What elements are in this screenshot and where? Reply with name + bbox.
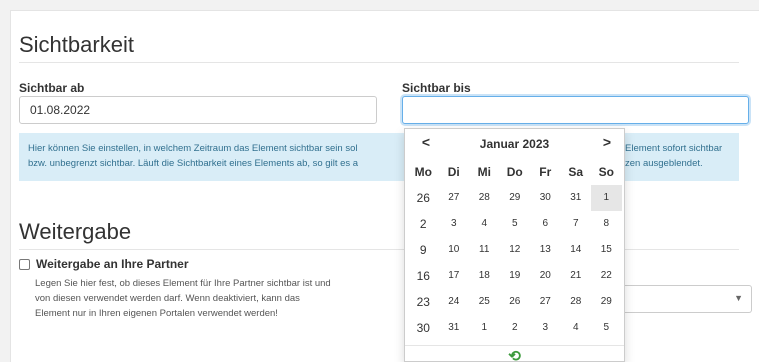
calendar-day[interactable]: 18: [469, 263, 500, 289]
calendar-day[interactable]: 29: [591, 289, 622, 315]
calendar-day[interactable]: 3: [530, 315, 561, 341]
weekday-header: Do: [506, 165, 523, 179]
calendar-week-row: 2 3 4 5 6 7 8: [408, 211, 622, 237]
calendar-day[interactable]: 6: [530, 211, 561, 237]
weekday-header: Mi: [477, 165, 491, 179]
sharing-section-title: Weitergabe: [19, 219, 132, 244]
calendar-day[interactable]: 17: [439, 263, 470, 289]
calendar-day[interactable]: 31: [561, 185, 592, 211]
calendar-day[interactable]: 10: [439, 237, 470, 263]
calendar-day[interactable]: 30: [530, 185, 561, 211]
date-picker-month-title[interactable]: Januar 2023: [445, 137, 584, 151]
visible-from-label: Sichtbar ab: [19, 81, 85, 95]
info-text-right-2: zen ausgeblendet.: [625, 158, 703, 169]
partner-sharing-option[interactable]: Weitergabe an Ihre Partner: [19, 257, 189, 271]
visible-from-input[interactable]: 01.08.2022: [19, 96, 377, 124]
partner-sharing-help: Legen Sie hier fest, ob dieses Element f…: [35, 276, 385, 321]
calendar-day[interactable]: 20: [530, 263, 561, 289]
calendar-day[interactable]: 14: [561, 237, 592, 263]
weekday-header: Di: [447, 165, 460, 179]
visibility-info-box: Hier können Sie einstellen, in welchem Z…: [19, 133, 739, 181]
calendar-week-row: 16 17 18 19 20 21 22: [408, 263, 622, 289]
info-text-right: Element sofort sichtbar zen ausgeblendet…: [625, 141, 722, 171]
chevron-right-icon[interactable]: >: [596, 134, 618, 150]
chevron-left-icon[interactable]: <: [415, 134, 437, 150]
calendar-day[interactable]: 28: [469, 185, 500, 211]
week-number: 9: [419, 243, 427, 257]
calendar-day[interactable]: 26: [500, 289, 531, 315]
help-line-2: von diesen verwendet werden darf. Wenn d…: [35, 293, 300, 304]
weekday-header: So: [598, 165, 614, 179]
calendar-week-row: 26 27 28 29 30 31 1: [408, 185, 622, 211]
visible-until-input[interactable]: [402, 96, 749, 124]
week-number: 2: [419, 217, 427, 231]
calendar-day[interactable]: 25: [469, 289, 500, 315]
calendar-day[interactable]: 5: [591, 315, 622, 341]
week-number: 30: [416, 321, 430, 335]
calendar-day[interactable]: 28: [561, 289, 592, 315]
week-number: 26: [416, 191, 430, 205]
calendar-week-row: 30 31 1 2 3 4 5: [408, 315, 622, 341]
calendar-week-row: 23 24 25 26 27 28 29: [408, 289, 622, 315]
calendar-day[interactable]: 24: [439, 289, 470, 315]
info-text-right-1: Element sofort sichtbar: [625, 143, 723, 154]
calendar-day[interactable]: 19: [500, 263, 531, 289]
date-picker: < Januar 2023 > Mo Di Mi Do Fr Sa So 26 …: [404, 128, 625, 362]
help-line-1: Legen Sie hier fest, ob dieses Element f…: [35, 278, 331, 289]
week-column-header: Mo: [414, 165, 432, 179]
calendar-day[interactable]: 27: [439, 185, 470, 211]
calendar-day-today[interactable]: 1: [591, 185, 622, 211]
date-picker-header: < Januar 2023 >: [405, 129, 624, 159]
help-line-3: Element nur in Ihren eigenen Portalen ve…: [35, 308, 278, 319]
section-divider: [19, 249, 739, 250]
partner-select[interactable]: ▼: [612, 285, 752, 313]
week-number: 16: [416, 269, 430, 283]
calendar-day[interactable]: 15: [591, 237, 622, 263]
calendar-day[interactable]: 11: [469, 237, 500, 263]
visibility-section-title: Sichtbarkeit: [19, 32, 134, 57]
visible-until-label: Sichtbar bis: [402, 81, 471, 95]
chevron-down-icon: ▼: [734, 293, 743, 303]
reset-today-icon[interactable]: ⟲: [508, 348, 521, 362]
calendar-day[interactable]: 29: [500, 185, 531, 211]
calendar-day[interactable]: 22: [591, 263, 622, 289]
calendar-day[interactable]: 31: [439, 315, 470, 341]
calendar-day[interactable]: 4: [561, 315, 592, 341]
calendar-day[interactable]: 2: [500, 315, 531, 341]
calendar-day[interactable]: 13: [530, 237, 561, 263]
calendar-day[interactable]: 3: [439, 211, 470, 237]
calendar-day[interactable]: 5: [500, 211, 531, 237]
weekday-header: Fr: [539, 165, 552, 179]
calendar-day[interactable]: 12: [500, 237, 531, 263]
partner-sharing-label[interactable]: Weitergabe an Ihre Partner: [36, 257, 189, 271]
weekday-header-row: Mo Di Mi Do Fr Sa So: [408, 159, 622, 185]
week-number: 23: [416, 295, 430, 309]
date-picker-footer: ⟲: [405, 345, 624, 362]
calendar-day[interactable]: 21: [561, 263, 592, 289]
section-divider: [19, 62, 739, 63]
calendar-day[interactable]: 8: [591, 211, 622, 237]
weekday-header: Sa: [568, 165, 584, 179]
date-picker-grid: Mo Di Mi Do Fr Sa So 26 27 28 29 30 31 1…: [408, 159, 622, 341]
calendar-day[interactable]: 1: [469, 315, 500, 341]
calendar-day[interactable]: 27: [530, 289, 561, 315]
partner-sharing-checkbox[interactable]: [19, 258, 30, 270]
calendar-week-row: 9 10 11 12 13 14 15: [408, 237, 622, 263]
calendar-day[interactable]: 7: [561, 211, 592, 237]
calendar-day[interactable]: 4: [469, 211, 500, 237]
